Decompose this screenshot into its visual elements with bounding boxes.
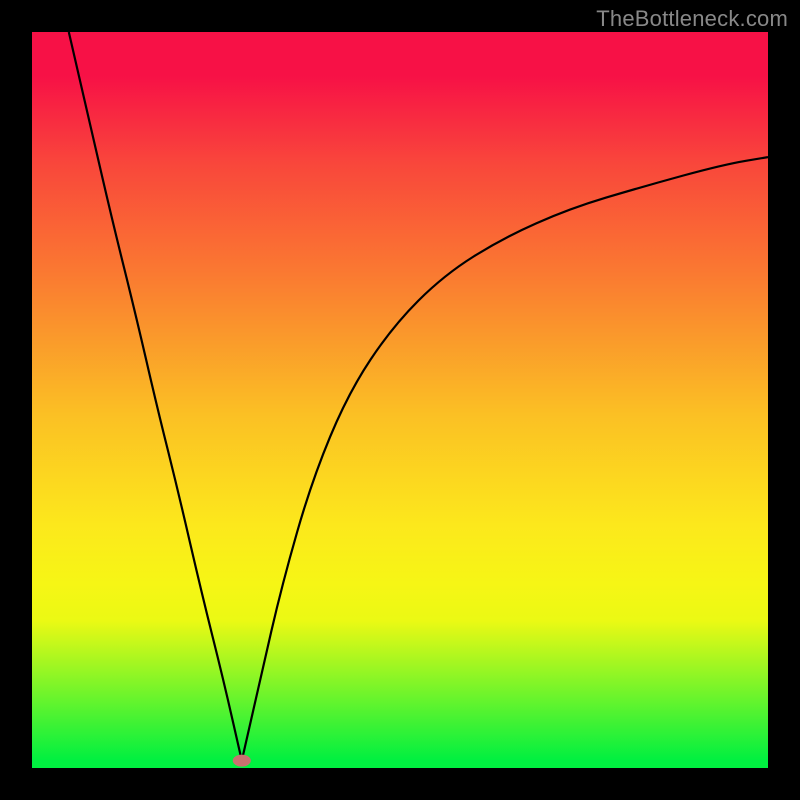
watermark-text: TheBottleneck.com xyxy=(596,6,788,32)
minimum-marker xyxy=(233,755,251,767)
plot-area xyxy=(32,32,768,768)
curve-right-branch xyxy=(242,157,768,761)
curve-svg xyxy=(32,32,768,768)
curve-left-branch xyxy=(69,32,242,761)
chart-frame: TheBottleneck.com xyxy=(0,0,800,800)
